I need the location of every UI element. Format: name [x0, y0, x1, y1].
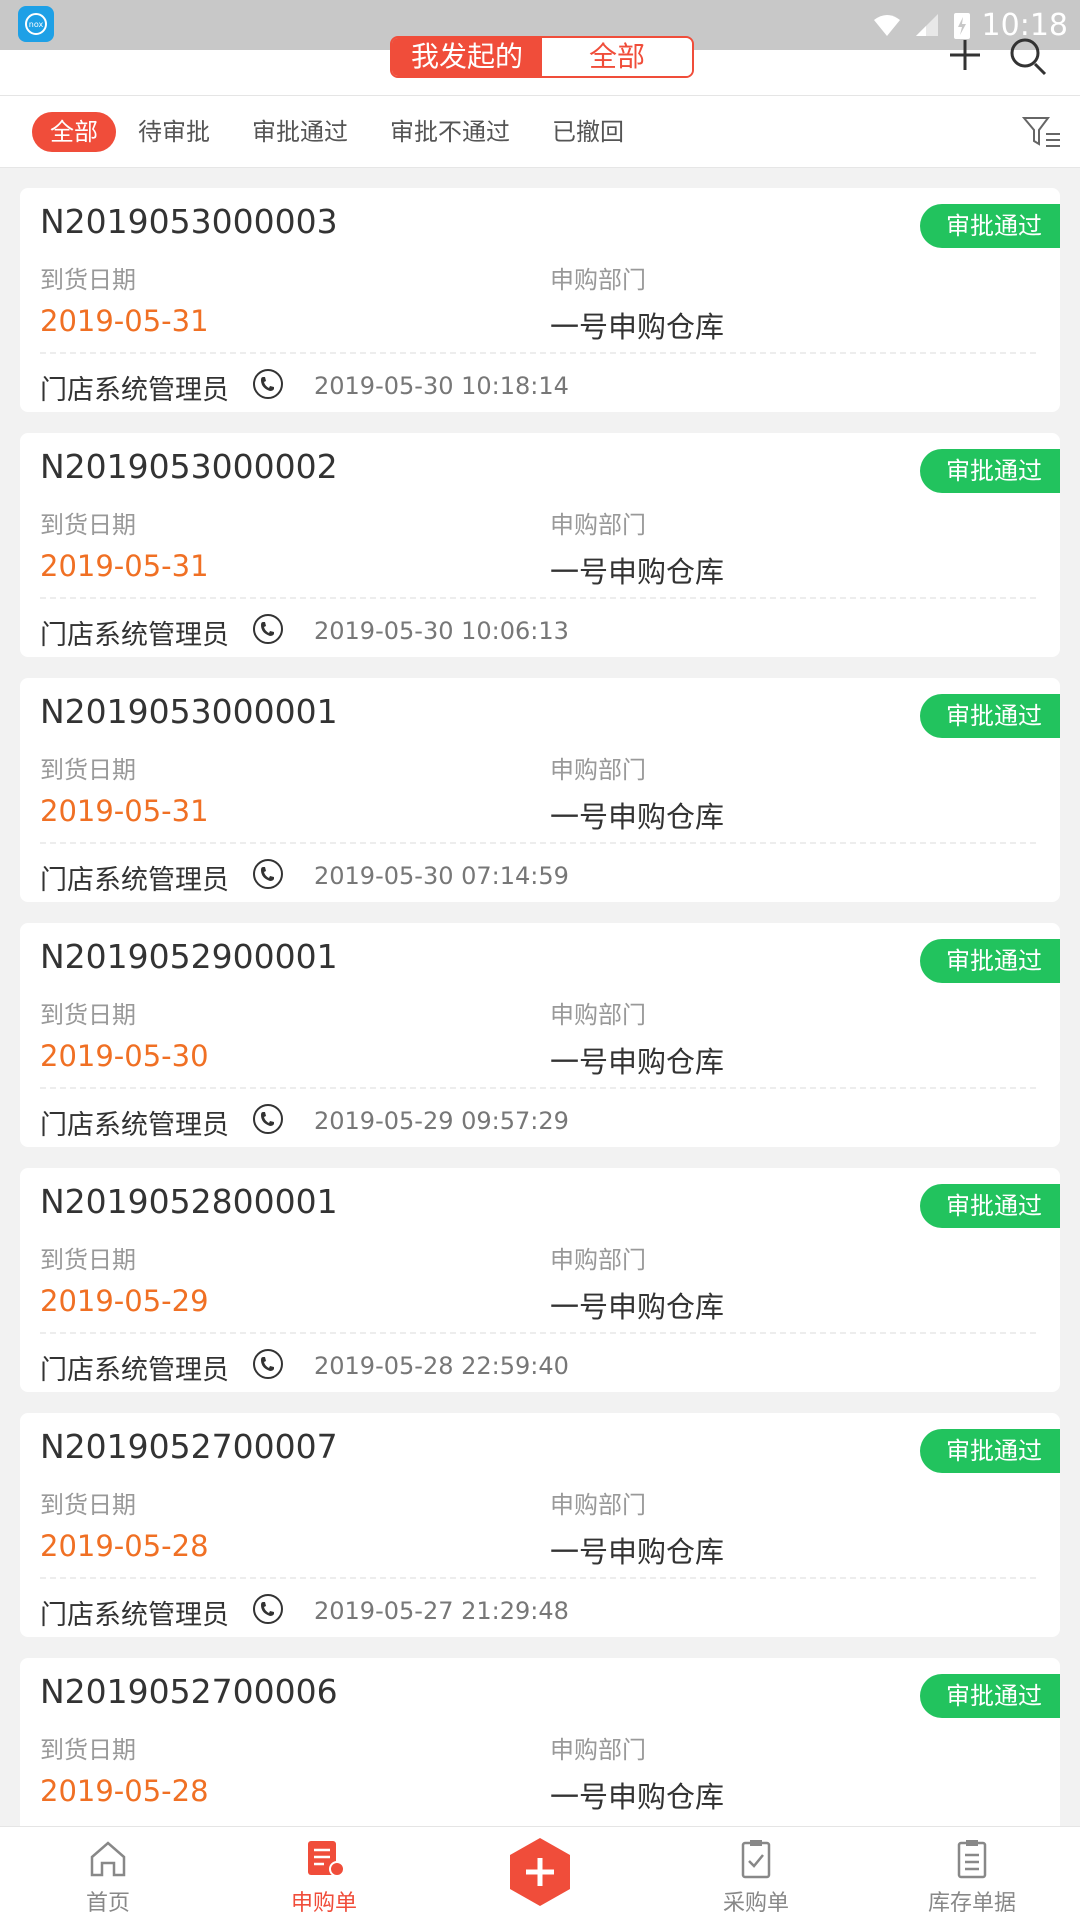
scope-segment: 我发起的 全部: [390, 36, 694, 78]
inventory-doc-icon: [957, 1840, 987, 1879]
creator: 门店系统管理员: [40, 620, 229, 651]
department: 一号申购仓库: [550, 800, 725, 834]
nav-home[interactable]: 首页: [38, 1837, 178, 1917]
add-icon[interactable]: [508, 1836, 572, 1908]
date-label: 到货日期: [40, 1001, 136, 1029]
department: 一号申购仓库: [550, 310, 725, 344]
created-time: 2019-05-29 09:57:29: [314, 1107, 569, 1135]
arrival-date: 2019-05-31: [40, 794, 209, 828]
signal-icon: [915, 14, 938, 36]
divider: [40, 1577, 1036, 1579]
status-badge: 审批通过: [920, 449, 1060, 493]
home-icon: [90, 1841, 126, 1877]
phone-icon[interactable]: [252, 1103, 284, 1135]
status-badge: 审批通过: [920, 204, 1060, 248]
status-filter-tabs: 全部 待审批 审批通过 审批不通过 已撤回: [0, 96, 1080, 168]
department: 一号申购仓库: [550, 1780, 725, 1814]
divider: [40, 597, 1036, 599]
dept-label: 申购部门: [550, 511, 646, 539]
segment-all[interactable]: 全部: [542, 38, 692, 76]
phone-icon[interactable]: [252, 368, 284, 400]
nav-requisition[interactable]: 申购单: [254, 1837, 394, 1917]
creator: 门店系统管理员: [40, 1600, 229, 1631]
arrival-date: 2019-05-30: [40, 1039, 209, 1073]
nox-app-icon: nox: [18, 6, 54, 42]
dept-label: 申购部门: [550, 756, 646, 784]
nav-purchase-order[interactable]: 采购单: [686, 1837, 826, 1917]
tab-pending[interactable]: 待审批: [138, 112, 210, 152]
tab-rejected[interactable]: 审批不通过: [390, 112, 510, 152]
order-code: N2019052900001: [40, 937, 338, 976]
phone-icon[interactable]: [252, 1348, 284, 1380]
tab-all[interactable]: 全部: [32, 111, 116, 152]
arrival-date: 2019-05-31: [40, 304, 209, 338]
list-item[interactable]: N2019052800001 审批通过 到货日期 申购部门 2019-05-29…: [20, 1168, 1060, 1392]
phone-icon[interactable]: [252, 613, 284, 645]
creator: 门店系统管理员: [40, 375, 229, 406]
list-item[interactable]: N2019052700007 审批通过 到货日期 申购部门 2019-05-28…: [20, 1413, 1060, 1637]
arrival-date: 2019-05-28: [40, 1529, 209, 1563]
date-label: 到货日期: [40, 1736, 136, 1764]
filter-icon[interactable]: [1022, 114, 1062, 150]
order-code: N2019052800001: [40, 1182, 338, 1221]
status-badge: 审批通过: [920, 1674, 1060, 1718]
list-item[interactable]: N2019052900001 审批通过 到货日期 申购部门 2019-05-30…: [20, 923, 1060, 1147]
divider: [40, 842, 1036, 844]
dept-label: 申购部门: [550, 1246, 646, 1274]
app-header: 我发起的 全部: [0, 36, 1080, 96]
order-code: N2019053000002: [40, 447, 338, 486]
wifi-icon: [873, 15, 900, 36]
requisition-list: N2019053000003 审批通过 到货日期 申购部门 2019-05-31…: [20, 188, 1060, 1903]
divider: [40, 1087, 1036, 1089]
phone-icon[interactable]: [252, 1593, 284, 1625]
created-time: 2019-05-30 10:18:14: [314, 372, 569, 400]
arrival-date: 2019-05-31: [40, 549, 209, 583]
created-time: 2019-05-28 22:59:40: [314, 1352, 569, 1380]
department: 一号申购仓库: [550, 555, 725, 589]
department: 一号申购仓库: [550, 1045, 725, 1079]
created-time: 2019-05-30 10:06:13: [314, 617, 569, 645]
department: 一号申购仓库: [550, 1535, 725, 1569]
divider: [40, 352, 1036, 354]
dept-label: 申购部门: [550, 1001, 646, 1029]
order-code: N2019052700007: [40, 1427, 338, 1466]
created-time: 2019-05-30 07:14:59: [314, 862, 569, 890]
arrival-date: 2019-05-29: [40, 1284, 209, 1318]
date-label: 到货日期: [40, 1246, 136, 1274]
tab-approved[interactable]: 审批通过: [252, 112, 348, 152]
divider: [40, 1332, 1036, 1334]
arrival-date: 2019-05-28: [40, 1774, 209, 1808]
creator: 门店系统管理员: [40, 1110, 229, 1141]
order-code: N2019052700006: [40, 1672, 338, 1711]
list-item[interactable]: N2019053000001 审批通过 到货日期 申购部门 2019-05-31…: [20, 678, 1060, 902]
status-badge: 审批通过: [920, 939, 1060, 983]
status-badge: 审批通过: [920, 1429, 1060, 1473]
department: 一号申购仓库: [550, 1290, 725, 1324]
date-label: 到货日期: [40, 1491, 136, 1519]
date-label: 到货日期: [40, 756, 136, 784]
creator: 门店系统管理员: [40, 865, 229, 896]
status-badge: 审批通过: [920, 694, 1060, 738]
date-label: 到货日期: [40, 266, 136, 294]
dept-label: 申购部门: [550, 1491, 646, 1519]
order-code: N2019053000003: [40, 202, 338, 241]
dept-label: 申购部门: [550, 266, 646, 294]
status-badge: 审批通过: [920, 1184, 1060, 1228]
segment-mine[interactable]: 我发起的: [392, 38, 542, 76]
tab-withdrawn[interactable]: 已撤回: [552, 112, 624, 152]
nav-inventory-docs[interactable]: 库存单据: [902, 1837, 1042, 1917]
purchase-order-icon: [741, 1840, 771, 1879]
battery-charging-icon: [953, 13, 970, 39]
plus-icon[interactable]: [950, 40, 980, 70]
created-time: 2019-05-27 21:29:48: [314, 1597, 569, 1625]
requisition-icon: [308, 1841, 345, 1877]
list-item[interactable]: N2019053000003 审批通过 到货日期 申购部门 2019-05-31…: [20, 188, 1060, 412]
creator: 门店系统管理员: [40, 1355, 229, 1386]
search-icon[interactable]: [1008, 38, 1048, 78]
order-code: N2019053000001: [40, 692, 338, 731]
list-item[interactable]: N2019053000002 审批通过 到货日期 申购部门 2019-05-31…: [20, 433, 1060, 657]
dept-label: 申购部门: [550, 1736, 646, 1764]
date-label: 到货日期: [40, 511, 136, 539]
phone-icon[interactable]: [252, 858, 284, 890]
